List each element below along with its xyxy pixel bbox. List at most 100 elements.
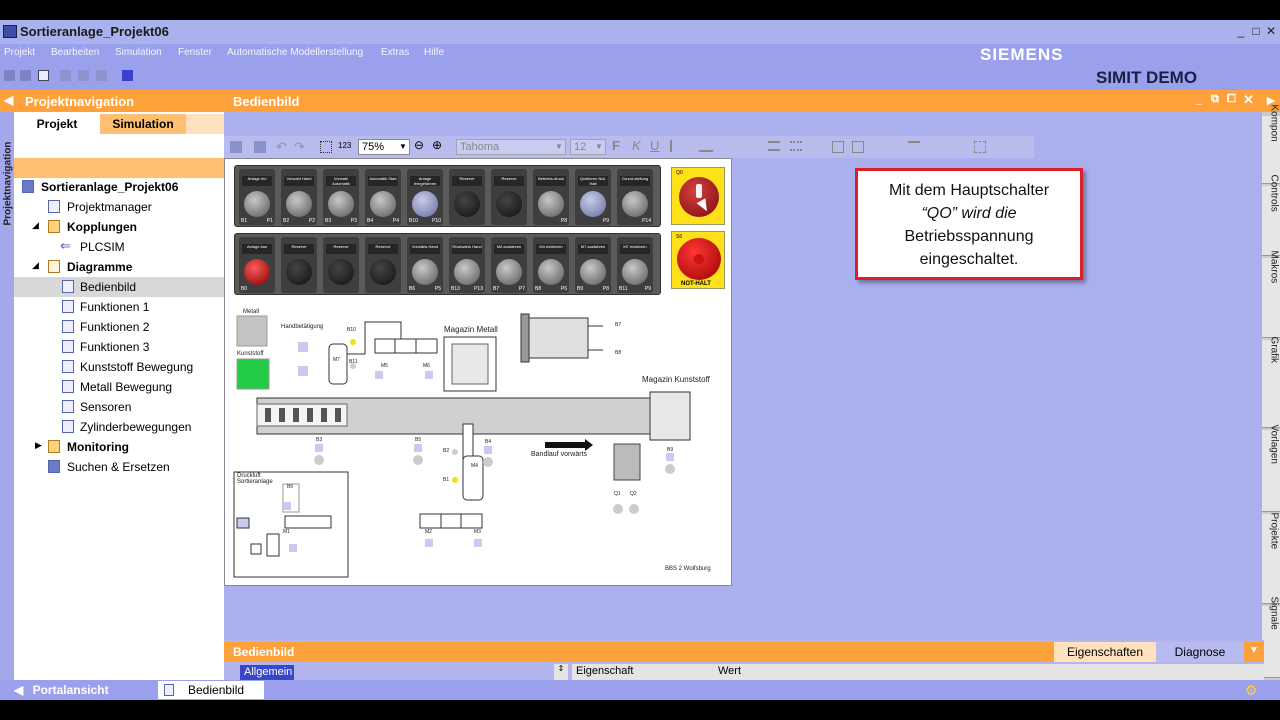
panel-button-row1-0[interactable]: Anlage ein B1 P1 <box>239 169 275 225</box>
tree-item-diagramme[interactable]: ◢ Diagramme <box>14 257 224 277</box>
collapse-left-icon[interactable]: ◀ <box>4 93 13 107</box>
menu-automatische-modellerstellung[interactable]: Automatische Modellerstellung <box>227 47 363 58</box>
tab-signale[interactable]: Signale <box>1262 597 1280 678</box>
menu-fenster[interactable]: Fenster <box>178 47 212 58</box>
valve-m6-button[interactable] <box>425 371 433 379</box>
settings-gear-icon[interactable]: ⚙ <box>1245 682 1258 699</box>
sensor-b4-button[interactable] <box>484 446 492 454</box>
menu-extras[interactable]: Extras <box>381 47 409 58</box>
editor-maximize-icon[interactable]: ⧠ <box>1227 93 1236 106</box>
editor-float-icon[interactable]: ⧉ <box>1211 93 1219 106</box>
maximize-button[interactable]: □ <box>1250 24 1262 38</box>
tab-simulation[interactable]: Simulation <box>100 114 186 134</box>
tab-grafik[interactable]: Grafik <box>1262 337 1280 428</box>
minimize-button[interactable]: _ <box>1235 24 1247 38</box>
align-center-icon[interactable] <box>790 141 802 151</box>
panel-button-knob[interactable] <box>580 259 606 285</box>
panel-button-knob[interactable] <box>370 191 396 217</box>
tab-makros[interactable]: Makros <box>1262 251 1280 338</box>
print-icon[interactable] <box>254 141 266 153</box>
panel-button-row1-4[interactable]: Anlage leergefahren B10 P10 <box>407 169 443 225</box>
tree-item-projektmanager[interactable]: Projektmanager <box>14 197 224 217</box>
collapse-panel-icon[interactable]: ▼ <box>1244 642 1264 662</box>
panel-button-knob[interactable] <box>328 259 354 285</box>
copy-icon[interactable] <box>78 70 89 81</box>
editor-minimize-icon[interactable]: _ <box>1196 92 1203 106</box>
tree-item-zylinderbewegungen[interactable]: Zylinderbewegungen <box>14 417 224 437</box>
sort-icon[interactable]: ⇕ <box>554 664 568 680</box>
tab-projekte[interactable]: Projekte <box>1262 513 1280 604</box>
panel-button-knob[interactable] <box>496 191 522 217</box>
tree-item-bedienbild[interactable]: Bedienbild <box>14 277 224 297</box>
panel-button-row1-7[interactable]: Betriebs-druck P8 <box>533 169 569 225</box>
panel-button-knob[interactable] <box>454 191 480 217</box>
panel-button-row2-4[interactable]: Vorwärts Hand B6 P5 <box>407 237 443 293</box>
tab-controls[interactable]: Controls <box>1262 175 1280 256</box>
zoom-in-icon[interactable]: ⊕ <box>432 138 442 152</box>
panel-button-row1-5[interactable]: Reserve <box>449 169 485 225</box>
align-icon[interactable] <box>768 141 780 151</box>
zoom-select[interactable]: 75% ▼ <box>358 139 410 155</box>
expanded-icon[interactable]: ◢ <box>32 220 39 231</box>
editor-close-icon[interactable]: ✕ <box>1243 92 1254 108</box>
bold-icon[interactable]: F <box>612 138 620 153</box>
distribute-icon[interactable] <box>908 141 920 151</box>
valve-m2-button[interactable] <box>425 539 433 547</box>
tab-vorlagen[interactable]: Vorlagen <box>1262 425 1280 512</box>
panel-button-row1-9[interactable]: Grund-stellung P14 <box>617 169 653 225</box>
tree-item-funktionen-1[interactable]: Funktionen 1 <box>14 297 224 317</box>
text-color-icon[interactable] <box>670 140 682 152</box>
operator-screen-canvas[interactable]: Anlage ein B1 P1 Vorwahl Hand B2 P2 Vorwahl Au… <box>224 158 732 586</box>
panel-button-knob[interactable] <box>538 259 564 285</box>
section-allgemein[interactable]: Allgemein <box>240 665 294 680</box>
line-icon[interactable] <box>698 140 720 152</box>
font-family-select[interactable]: Tahoma ▼ <box>456 139 566 155</box>
panel-button-row1-2[interactable]: Vorwahl Automatik B3 P3 <box>323 169 359 225</box>
open-editor-tab[interactable]: Bedienbild <box>158 681 264 699</box>
panel-button-row2-3[interactable]: Reserve <box>365 237 401 293</box>
group-icon[interactable] <box>832 141 844 153</box>
close-button[interactable]: ✕ <box>1265 24 1277 38</box>
cut-icon[interactable] <box>60 70 71 81</box>
tree-item-kopplungen[interactable]: ◢ Kopplungen <box>14 217 224 237</box>
panel-button-row2-0[interactable]: Anlage aus B0 <box>239 237 275 293</box>
menu-simulation[interactable]: Simulation <box>115 47 162 58</box>
panel-button-knob[interactable] <box>412 191 438 217</box>
panel-button-row1-3[interactable]: Automatik Start B4 P4 <box>365 169 401 225</box>
stop-icon[interactable] <box>122 70 133 81</box>
paste-icon[interactable] <box>96 70 107 81</box>
panel-button-knob[interactable] <box>370 259 396 285</box>
panel-button-knob[interactable] <box>244 259 270 285</box>
panel-button-row2-6[interactable]: M4 ausfahren B7 P7 <box>491 237 527 293</box>
panel-button-knob[interactable] <box>286 191 312 217</box>
grid-icon[interactable] <box>320 141 332 153</box>
panel-button-row2-1[interactable]: Reserve <box>281 237 317 293</box>
panel-button-row1-8[interactable]: Quittieren Not-Halt P9 <box>575 169 611 225</box>
tree-item-kunststoff-bewegung[interactable]: Kunststoff Bewegung <box>14 357 224 377</box>
numbering-icon[interactable]: 123 <box>338 141 351 150</box>
column-eigenschaft[interactable]: Eigenschaft <box>572 664 714 680</box>
fit-to-page-icon[interactable] <box>974 141 986 153</box>
save-diagram-icon[interactable] <box>230 141 242 153</box>
tree-item-metall-bewegung[interactable]: Metall Bewegung <box>14 377 224 397</box>
panel-button-row2-8[interactable]: M7 ausfahren B9 P8 <box>575 237 611 293</box>
panel-button-row1-6[interactable]: Reserve <box>491 169 527 225</box>
main-switch-q0[interactable]: Q0 <box>671 167 725 225</box>
sensor-b9-button[interactable] <box>666 453 674 461</box>
tree-item-funktionen-3[interactable]: Funktionen 3 <box>14 337 224 357</box>
tree-item-monitoring[interactable]: ▶ Monitoring <box>14 437 224 457</box>
panel-button-row2-2[interactable]: Reserve <box>323 237 359 293</box>
underline-icon[interactable]: U <box>650 138 659 153</box>
panel-button-row2-7[interactable]: M4 einfahren B8 P6 <box>533 237 569 293</box>
valve-m5-button[interactable] <box>375 371 383 379</box>
tree-item-plcsim[interactable]: ⇐ PLCSIM <box>14 237 224 257</box>
save-icon[interactable] <box>38 70 49 81</box>
panel-button-row2-9[interactable]: M7 einfahren B11 P9 <box>617 237 653 293</box>
sensor-b3-button[interactable] <box>315 444 323 452</box>
panel-button-knob[interactable] <box>580 191 606 217</box>
new-icon[interactable] <box>4 70 15 81</box>
menu-hilfe[interactable]: Hilfe <box>424 47 444 58</box>
tree-item-sensoren[interactable]: Sensoren <box>14 397 224 417</box>
panel-button-knob[interactable] <box>244 191 270 217</box>
panel-button-knob[interactable] <box>286 259 312 285</box>
